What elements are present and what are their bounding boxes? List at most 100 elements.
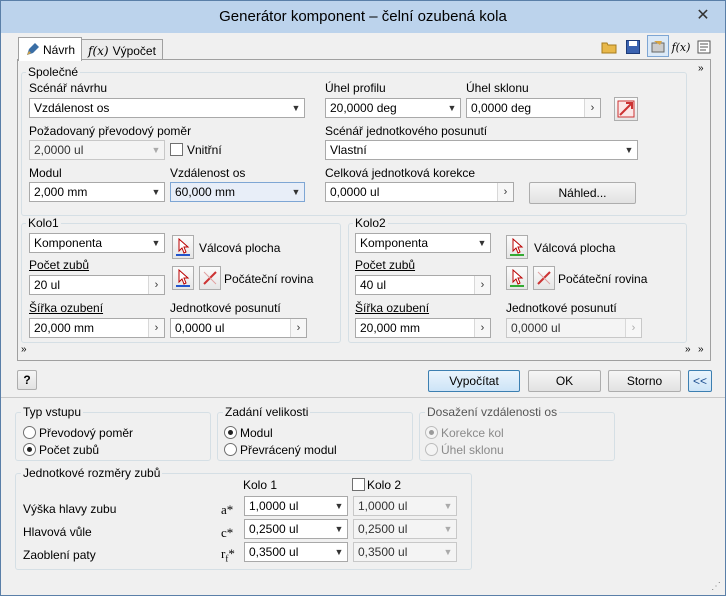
- gear1-shift-value: 0,0000 ul: [175, 321, 225, 335]
- addendum-label: Výška hlavy zubu: [23, 502, 117, 516]
- chevron-down-icon: ▼: [334, 524, 344, 534]
- close-button[interactable]: ✕: [689, 5, 717, 27]
- gear2-start-plane-label: Počáteční rovina: [558, 272, 648, 286]
- open-folder-icon[interactable]: [599, 37, 619, 57]
- gear2-width-input[interactable]: 20,000 mm ›: [355, 318, 491, 338]
- diametral-radio[interactable]: [224, 443, 237, 456]
- gear2-enable-checkbox[interactable]: [352, 478, 365, 491]
- gear2-shift-input[interactable]: 0,0000 ul ›: [506, 318, 642, 338]
- gear1-width-input[interactable]: 20,000 mm ›: [29, 318, 165, 338]
- gear2-plane-pick-button[interactable]: [506, 266, 528, 290]
- title-bar[interactable]: Generátor komponent – čelní ozubená kola…: [1, 1, 725, 33]
- gear1-plane-pick-button[interactable]: [172, 266, 194, 290]
- helix-radio-label: Úhel sklonu: [441, 443, 504, 457]
- gear2-teeth-label: Počet zubů: [355, 258, 416, 272]
- gear1-width-value: 20,000 mm: [34, 321, 95, 335]
- gear1-width-label: Šířka ozubení: [29, 301, 104, 315]
- gear1-cylinder-label: Válcová plocha: [199, 241, 281, 255]
- scroll-down-icon[interactable]: »: [685, 344, 691, 355]
- chevron-down-icon: ▼: [291, 103, 301, 113]
- chevron-down-icon: ▼: [443, 524, 453, 534]
- pressure-select[interactable]: 20,0000 deg ▼: [325, 98, 461, 118]
- helix-input[interactable]: 0,0000 deg ›: [466, 98, 601, 118]
- diametral-radio-label: Převrácený modul: [240, 443, 337, 457]
- gear1-shift-input[interactable]: 0,0000 ul ›: [170, 318, 307, 338]
- gear1-cylinder-button[interactable]: [172, 235, 194, 259]
- gear2-group-label: Kolo2: [353, 216, 388, 230]
- totalcorr-label: Celková jednotková korekce: [325, 166, 476, 180]
- ok-button[interactable]: OK: [528, 370, 601, 392]
- arrow-right-icon[interactable]: ›: [290, 319, 306, 337]
- ratio-input[interactable]: 2,0000 ul ▼: [29, 140, 165, 160]
- cancel-button[interactable]: Storno: [608, 370, 681, 392]
- gear2-teeth-input[interactable]: 40 ul ›: [355, 275, 491, 295]
- totalcorr-input[interactable]: 0,0000 ul ›: [325, 182, 514, 202]
- root-fillet-symbol-sup: *: [228, 546, 235, 561]
- center-input[interactable]: 60,000 mm ▼: [170, 182, 305, 202]
- arrow-right-icon[interactable]: ›: [474, 319, 490, 337]
- gear1-type-select[interactable]: Komponenta ▼: [29, 233, 165, 253]
- chevron-down-icon: ▼: [334, 501, 344, 511]
- expand-left-icon[interactable]: »: [21, 344, 27, 355]
- gear2-cylinder-button[interactable]: [506, 235, 528, 259]
- helix-radio[interactable]: [425, 443, 438, 456]
- clearance-gear2-select[interactable]: 0,2500 ul ▼: [353, 519, 457, 539]
- internal-checkbox[interactable]: [170, 143, 183, 156]
- root-fillet-symbol: rf*: [221, 546, 235, 564]
- scroll-down-alt-icon[interactable]: »: [698, 344, 704, 355]
- gear1-flip-button[interactable]: [199, 266, 221, 290]
- gear2-shift-value: 0,0000 ul: [511, 321, 561, 335]
- scenario-value: Vzdálenost os: [34, 101, 110, 115]
- gear-direction-icon: [617, 100, 635, 118]
- arrow-right-icon[interactable]: ›: [584, 99, 600, 117]
- gear1-teeth-input[interactable]: 20 ul ›: [29, 275, 165, 295]
- collapse-button[interactable]: <<: [688, 370, 712, 392]
- calculate-button[interactable]: Vypočítat: [428, 370, 520, 392]
- chevron-down-icon: ▼: [447, 103, 457, 113]
- tab-calculation[interactable]: f(x) Výpočet: [81, 39, 163, 61]
- flip-direction-icon: [203, 271, 217, 285]
- notes-icon[interactable]: [694, 37, 714, 57]
- chevron-down-icon: ▼: [334, 547, 344, 557]
- root-fillet-gear2-select[interactable]: 0,3500 ul ▼: [353, 542, 457, 562]
- arrow-right-icon[interactable]: ›: [148, 319, 164, 337]
- cursor-arrow-icon: [176, 238, 190, 256]
- module-radio[interactable]: [224, 426, 237, 439]
- clearance-gear1-select[interactable]: 0,2500 ul ▼: [244, 519, 348, 539]
- calc-mode-icon[interactable]: f(x): [671, 37, 691, 57]
- gear2-type-select[interactable]: Komponenta ▼: [355, 233, 491, 253]
- cursor-arrow-icon: [176, 269, 190, 287]
- teeth-radio[interactable]: [23, 443, 36, 456]
- col-gear2-label: Kolo 2: [367, 478, 402, 492]
- pressure-value: 20,0000 deg: [330, 101, 397, 115]
- module-select[interactable]: 2,000 mm ▼: [29, 182, 165, 202]
- root-fillet-label: Zaoblení paty: [23, 548, 96, 562]
- help-button[interactable]: ?: [17, 370, 37, 390]
- gear1-group-label: Kolo1: [26, 216, 61, 230]
- unitshift-select[interactable]: Vlastní ▼: [325, 140, 638, 160]
- ratio-label: Požadovaný převodový poměr: [29, 124, 192, 138]
- helix-direction-button[interactable]: [614, 97, 638, 121]
- arrow-right-icon[interactable]: ›: [497, 183, 513, 201]
- preview-button[interactable]: Náhled...: [529, 182, 636, 204]
- design-mode-icon[interactable]: [647, 35, 669, 57]
- cursor-arrow-icon: [510, 269, 524, 287]
- gear1-shift-label: Jednotkové posunutí: [170, 301, 281, 315]
- root-fillet-gear1-select[interactable]: 0,3500 ul ▼: [244, 542, 348, 562]
- resize-grip-icon[interactable]: ⋰: [711, 581, 721, 592]
- tab-design[interactable]: Návrh: [18, 37, 83, 61]
- addendum-gear2-select[interactable]: 1,0000 ul ▼: [353, 496, 457, 516]
- gear2-flip-button[interactable]: [533, 266, 555, 290]
- save-icon[interactable]: [623, 37, 643, 57]
- ratio-radio[interactable]: [23, 426, 36, 439]
- arrow-right-icon[interactable]: ›: [148, 276, 164, 294]
- chevron-down-icon: ▼: [624, 145, 634, 155]
- addendum-symbol: a*: [221, 502, 234, 517]
- arrow-right-icon[interactable]: ›: [474, 276, 490, 294]
- correction-radio[interactable]: [425, 426, 438, 439]
- addendum-gear1-select[interactable]: 1,0000 ul ▼: [244, 496, 348, 516]
- scenario-select[interactable]: Vzdálenost os ▼: [29, 98, 305, 118]
- pressure-label: Úhel profilu: [325, 81, 386, 95]
- arrow-right-icon[interactable]: ›: [625, 319, 641, 337]
- scroll-up-icon[interactable]: »: [698, 63, 704, 74]
